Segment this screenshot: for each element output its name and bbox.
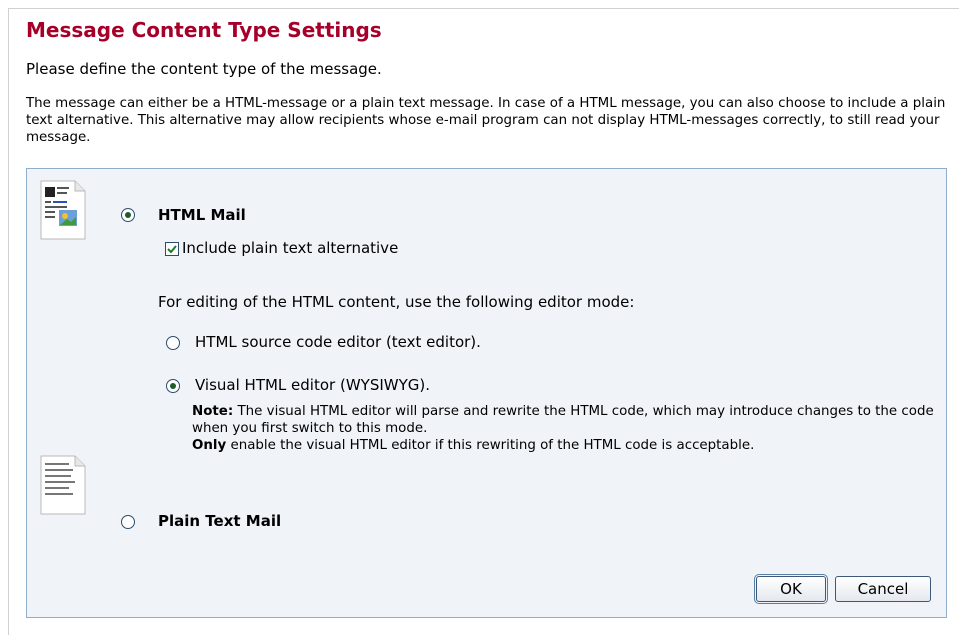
editor-mode-prompt: For editing of the HTML content, use the… bbox=[158, 293, 635, 311]
include-plain-text-checkbox[interactable] bbox=[165, 242, 179, 256]
source-editor-radio[interactable] bbox=[166, 336, 180, 350]
only-label: Only bbox=[192, 438, 227, 453]
plain-text-document-icon bbox=[40, 455, 86, 515]
editor-note: Note: The visual HTML editor will parse … bbox=[192, 403, 942, 454]
source-editor-label: HTML source code editor (text editor). bbox=[195, 333, 481, 351]
description-text: The message can either be a HTML-message… bbox=[26, 96, 946, 145]
ok-button[interactable]: OK bbox=[754, 574, 828, 604]
note-label: Note: bbox=[192, 404, 234, 419]
include-plain-text-label: Include plain text alternative bbox=[182, 239, 399, 257]
html-document-icon bbox=[40, 180, 86, 240]
html-mail-label: HTML Mail bbox=[158, 206, 246, 224]
plain-text-mail-radio[interactable] bbox=[121, 515, 135, 529]
note-text: The visual HTML editor will parse and re… bbox=[192, 404, 934, 436]
content-type-panel: HTML Mail Include plain text alternative… bbox=[26, 168, 947, 618]
visual-editor-label: Visual HTML editor (WYSIWYG). bbox=[195, 376, 430, 394]
intro-text: Please define the content type of the me… bbox=[26, 60, 382, 78]
only-text: enable the visual HTML editor if this re… bbox=[226, 438, 755, 453]
checkmark-icon bbox=[167, 245, 177, 254]
cancel-button[interactable]: Cancel bbox=[835, 576, 931, 602]
plain-text-mail-label: Plain Text Mail bbox=[158, 512, 282, 530]
visual-editor-radio[interactable] bbox=[166, 379, 180, 393]
html-mail-radio[interactable] bbox=[121, 208, 135, 222]
page-title: Message Content Type Settings bbox=[26, 18, 382, 42]
